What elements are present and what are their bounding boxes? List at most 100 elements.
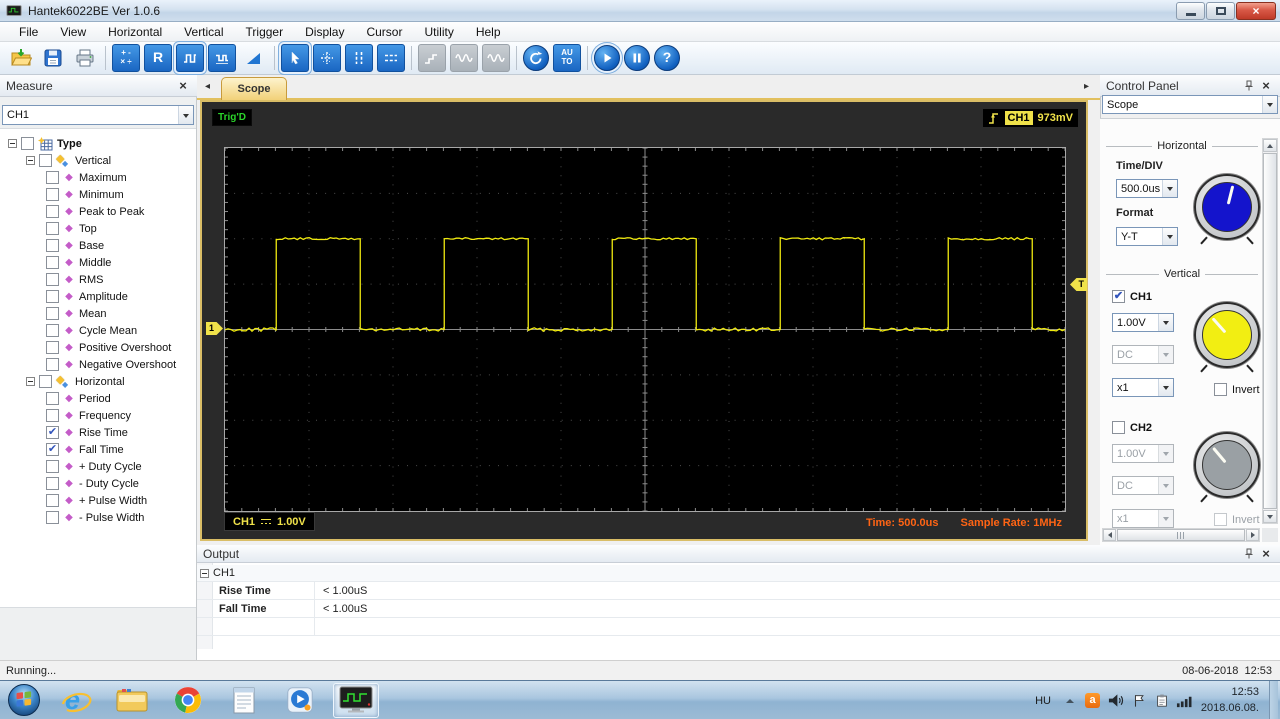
toolbar-sine-wave-1-button[interactable] <box>450 44 478 72</box>
ch1-invert-checkbox[interactable] <box>1214 383 1227 396</box>
tree-group-horizontal[interactable]: ◆ ◆ Horizontal <box>0 373 196 390</box>
tray-avast-icon[interactable]: a <box>1084 692 1101 709</box>
ch2-coupling-select[interactable]: DC <box>1112 476 1174 495</box>
checkbox[interactable] <box>46 511 59 524</box>
control-mode-select[interactable]: Scope <box>1102 95 1278 114</box>
pin-icon[interactable] <box>1242 80 1256 92</box>
tray-action-center-flag-icon[interactable] <box>1130 692 1147 709</box>
checkbox[interactable]: ✔ <box>46 426 59 439</box>
toolbar-start-button[interactable] <box>594 45 620 71</box>
ch1-position-marker[interactable]: 1 <box>206 322 223 335</box>
menu-display[interactable]: Display <box>294 23 355 41</box>
checkbox[interactable] <box>46 392 59 405</box>
measure-item[interactable]: ◆ Maximum <box>0 169 196 186</box>
checkbox[interactable] <box>46 171 59 184</box>
collapse-icon[interactable] <box>26 156 35 165</box>
scroll-down-icon[interactable] <box>1263 510 1277 523</box>
menu-help[interactable]: Help <box>465 23 512 41</box>
toolbar-self-calibration-button[interactable]: R <box>144 44 172 72</box>
ch2-invert-checkbox[interactable] <box>1214 513 1227 526</box>
measure-item[interactable]: ◆ Top <box>0 220 196 237</box>
checkbox[interactable] <box>46 494 59 507</box>
ch2-invert-row[interactable]: Invert <box>1214 513 1260 526</box>
hscroll-thumb[interactable] <box>1117 529 1245 541</box>
control-panel-hscrollbar[interactable] <box>1102 528 1260 542</box>
taskbar-explorer-icon[interactable] <box>104 681 160 719</box>
checkbox[interactable] <box>46 239 59 252</box>
menu-vertical[interactable]: Vertical <box>173 23 234 41</box>
time-div-select[interactable]: 500.0us <box>1116 179 1178 198</box>
toolbar-print-button[interactable] <box>71 44 99 72</box>
menu-cursor[interactable]: Cursor <box>355 23 413 41</box>
toolbar-ramp-button[interactable] <box>240 44 268 72</box>
ch1-checkbox[interactable]: ✔ <box>1112 290 1125 303</box>
measure-item[interactable]: ◆ - Pulse Width <box>0 509 196 526</box>
close-icon[interactable]: × <box>1258 78 1274 93</box>
horizontal-knob[interactable] <box>1194 174 1260 240</box>
collapse-icon[interactable] <box>8 139 17 148</box>
measure-item[interactable]: ◆ Middle <box>0 254 196 271</box>
taskbar-chrome-icon[interactable] <box>160 681 216 719</box>
ch1-probe-select[interactable]: x1 <box>1112 378 1174 397</box>
tray-clipboard-icon[interactable] <box>1153 692 1170 709</box>
pin-icon[interactable] <box>1242 548 1256 560</box>
show-desktop-button[interactable] <box>1269 681 1278 719</box>
measure-item[interactable]: ✔ ◆ Rise Time <box>0 424 196 441</box>
taskbar-media-player-icon[interactable] <box>272 681 328 719</box>
output-group-row[interactable]: CH1 <box>197 565 1280 582</box>
measure-item[interactable]: ◆ Peak to Peak <box>0 203 196 220</box>
checkbox[interactable] <box>46 324 59 337</box>
checkbox[interactable] <box>46 256 59 269</box>
taskbar-hantek-app-icon[interactable] <box>333 682 379 718</box>
toolbar-pause-button[interactable] <box>624 45 650 71</box>
control-panel-vscrollbar[interactable] <box>1262 138 1278 524</box>
checkbox[interactable] <box>39 154 52 167</box>
tray-clock[interactable]: 12:53 2018.06.08. <box>1199 685 1263 717</box>
scroll-right-icon[interactable] <box>1246 529 1259 541</box>
toolbar-open-button[interactable] <box>7 44 35 72</box>
ch1-enable-row[interactable]: ✔ CH1 <box>1112 290 1152 303</box>
ch1-coupling-select[interactable]: DC <box>1112 345 1174 364</box>
measure-item[interactable]: ◆ + Pulse Width <box>0 492 196 509</box>
measure-item[interactable]: ◆ Minimum <box>0 186 196 203</box>
minimize-button[interactable] <box>1176 2 1205 20</box>
measure-item[interactable]: ◆ + Duty Cycle <box>0 458 196 475</box>
scroll-up-icon[interactable] <box>1263 139 1277 152</box>
ch2-probe-select[interactable]: x1 <box>1112 509 1174 528</box>
toolbar-autoset-button[interactable]: AU TO <box>553 44 581 72</box>
measure-item[interactable]: ◆ RMS <box>0 271 196 288</box>
menu-trigger[interactable]: Trigger <box>235 23 295 41</box>
checkbox[interactable] <box>46 307 59 320</box>
checkbox[interactable] <box>46 358 59 371</box>
tray-hidden-icons-icon[interactable] <box>1061 692 1078 709</box>
toolbar-horizontal-cursor-button[interactable] <box>377 44 405 72</box>
tray-network-icon[interactable] <box>1176 692 1193 709</box>
measure-item[interactable]: ◆ Period <box>0 390 196 407</box>
ch1-position-knob[interactable] <box>1194 302 1260 368</box>
close-icon[interactable]: × <box>1258 546 1274 561</box>
close-button[interactable]: × <box>1236 2 1276 20</box>
tray-volume-icon[interactable] <box>1107 692 1124 709</box>
checkbox[interactable] <box>46 205 59 218</box>
menu-horizontal[interactable]: Horizontal <box>97 23 173 41</box>
tab-scroll-left-icon[interactable]: ◂ <box>200 79 215 95</box>
ch2-checkbox[interactable] <box>1112 421 1125 434</box>
taskbar-internet-explorer-icon[interactable]: e <box>48 681 104 719</box>
vscroll-thumb[interactable] <box>1263 153 1277 509</box>
toolbar-cursor-select-button[interactable] <box>281 44 309 72</box>
checkbox[interactable] <box>46 222 59 235</box>
measure-item[interactable]: ◆ Negative Overshoot <box>0 356 196 373</box>
toolbar-help-button[interactable]: ? <box>654 45 680 71</box>
checkbox[interactable]: ✔ <box>46 443 59 456</box>
measure-item[interactable]: ◆ Positive Overshoot <box>0 339 196 356</box>
measure-item[interactable]: ◆ - Duty Cycle <box>0 475 196 492</box>
checkbox[interactable] <box>46 341 59 354</box>
checkbox[interactable] <box>46 290 59 303</box>
ch1-volts-select[interactable]: 1.00V <box>1112 313 1174 332</box>
measure-item[interactable]: ◆ Base <box>0 237 196 254</box>
ch1-invert-row[interactable]: Invert <box>1214 383 1260 396</box>
toolbar-vertical-cursor-button[interactable] <box>345 44 373 72</box>
measure-channel-select[interactable]: CH1 <box>2 105 194 125</box>
tree-root-type[interactable]: Type <box>0 135 196 152</box>
toolbar-sine-wave-2-button[interactable] <box>482 44 510 72</box>
